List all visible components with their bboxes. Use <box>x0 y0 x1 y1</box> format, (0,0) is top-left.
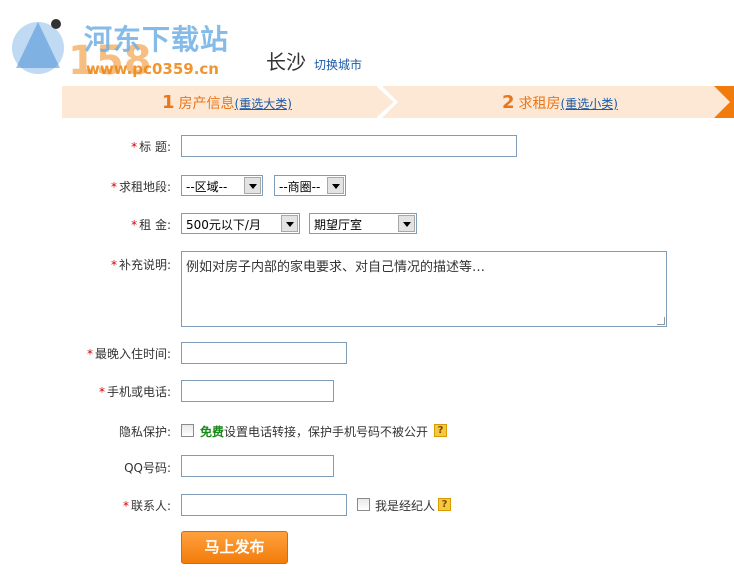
privacy-description: 免费设置电话转接，保护手机号码不被公开 <box>200 425 429 439</box>
reselect-subcategory-link[interactable]: (重选小类) <box>561 97 618 111</box>
step-number: 1 <box>162 92 175 113</box>
logo-url: www.pc0359.cn <box>86 60 219 78</box>
business-zone-select[interactable]: --商圈-- <box>274 175 346 196</box>
note-label: * 补充说明: <box>110 258 171 272</box>
title-label: * 标 题: <box>131 140 171 154</box>
logo-graphic-icon <box>12 19 64 74</box>
privacy-help-icon[interactable]: ? <box>434 424 447 437</box>
site-logo[interactable]: 158 河东下载站 www.pc0359.cn <box>6 8 256 84</box>
note-placeholder: 例如对房子内部的家电要求、对自己情况的描述等… <box>186 260 486 275</box>
phone-input[interactable] <box>181 380 334 402</box>
logo-text: 河东下载站 <box>84 23 230 56</box>
title-input[interactable] <box>181 135 517 157</box>
switch-city-link[interactable]: 切换城市 <box>314 56 362 73</box>
step-label: 房产信息 <box>178 96 235 112</box>
chevron-down-icon <box>398 215 415 232</box>
move-in-date-input[interactable] <box>181 342 347 364</box>
rent-label: * 租 金: <box>131 218 171 232</box>
steps-bar: 1 房产信息(重选大类) 2 求租房(重选小类) <box>62 86 734 118</box>
free-badge: 免费 <box>200 425 225 439</box>
step-2: 2 求租房(重选小类) <box>502 92 618 113</box>
note-textarea[interactable]: 例如对房子内部的家电要求、对自己情况的描述等… <box>181 251 667 327</box>
area-label: * 求租地段: <box>110 180 171 194</box>
room-layout-select[interactable]: 期望厅室 <box>309 213 417 234</box>
chevron-down-icon <box>281 215 298 232</box>
chevron-down-icon <box>327 177 344 194</box>
chevron-down-icon <box>244 177 261 194</box>
move-in-label: * 最晚入住时间: <box>86 347 171 361</box>
qq-input[interactable] <box>181 455 334 477</box>
rent-price-select[interactable]: 500元以下/月 <box>181 213 300 234</box>
publish-button[interactable]: 马上发布 <box>181 531 288 564</box>
privacy-checkbox[interactable] <box>181 424 194 437</box>
current-city: 长沙 <box>266 50 306 74</box>
step-1: 1 房产信息(重选大类) <box>162 92 292 113</box>
qq-label: QQ号码: <box>124 461 171 475</box>
contact-name-input[interactable] <box>181 494 347 516</box>
district-select[interactable]: --区域-- <box>181 175 263 196</box>
phone-label: * 手机或电话: <box>98 385 171 399</box>
agent-checkbox[interactable] <box>357 498 370 511</box>
step-number: 2 <box>502 92 515 113</box>
privacy-label: 隐私保护: <box>118 425 171 439</box>
agent-help-icon[interactable]: ? <box>438 498 451 511</box>
resize-handle-icon[interactable] <box>657 317 665 325</box>
contact-label: * 联系人: <box>122 499 171 513</box>
step-label: 求租房 <box>518 96 561 112</box>
reselect-category-link[interactable]: (重选大类) <box>235 97 292 111</box>
agent-label: 我是经纪人 <box>375 499 436 513</box>
